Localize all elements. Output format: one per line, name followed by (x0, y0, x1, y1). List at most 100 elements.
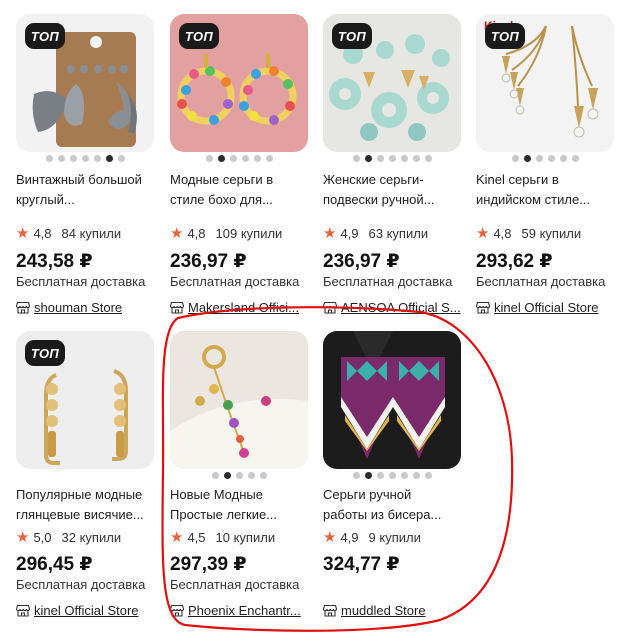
store-link[interactable]: kinel Official Store (476, 298, 616, 316)
store-link[interactable]: Phoenix Enchantr... (170, 601, 310, 619)
storefront-icon (16, 301, 30, 314)
carousel-dot[interactable] (523, 155, 531, 162)
product-title[interactable]: Новые Модные Простые легкие... (170, 485, 308, 525)
store-link[interactable]: AENSOA Official S... (323, 298, 463, 316)
carousel-dot[interactable] (400, 155, 408, 162)
star-icon: ★ (476, 224, 490, 242)
carousel-dot[interactable] (223, 472, 231, 479)
top-badge: ТОП (179, 23, 219, 49)
rating-row: ★ 4,8 59 купили (476, 224, 581, 242)
carousel-dot[interactable] (412, 155, 420, 162)
rating-row: ★ 4,8 84 купили (16, 224, 121, 242)
image-carousel-dots[interactable] (16, 155, 154, 163)
carousel-dot[interactable] (376, 472, 384, 479)
carousel-dot[interactable] (265, 155, 273, 162)
image-carousel-dots[interactable] (323, 155, 461, 163)
store-name[interactable]: Makersland Offici... (188, 300, 299, 315)
storefront-icon (476, 301, 490, 314)
carousel-dot[interactable] (424, 472, 432, 479)
top-badge: ТОП (332, 23, 372, 49)
delivery-info: Бесплатная доставка (16, 577, 146, 592)
store-name[interactable]: AENSOA Official S... (341, 300, 461, 315)
star-icon: ★ (16, 224, 30, 242)
product-image[interactable]: ТОП (16, 331, 154, 469)
storefront-icon (170, 301, 184, 314)
store-link[interactable]: shouman Store (16, 298, 156, 316)
star-icon: ★ (16, 528, 30, 546)
product-title[interactable]: Популярные модные глянцевые висячие... (16, 485, 154, 525)
carousel-dot[interactable] (412, 472, 420, 479)
title-line: Популярные модные (16, 487, 143, 502)
store-link[interactable]: Makersland Offici... (170, 298, 310, 316)
title-line: стиле бохо для... (170, 192, 273, 207)
rating-row: ★ 4,9 9 купили (323, 528, 421, 546)
carousel-dot[interactable] (205, 155, 213, 162)
carousel-dot[interactable] (364, 472, 372, 479)
top-badge: ТОП (25, 23, 65, 49)
store-name[interactable]: kinel Official Store (34, 603, 139, 618)
price: 324,77 ₽ (323, 554, 400, 575)
carousel-dot[interactable] (352, 472, 360, 479)
store-name[interactable]: shouman Store (34, 300, 122, 315)
carousel-dot[interactable] (559, 155, 567, 162)
carousel-dot[interactable] (69, 155, 77, 162)
carousel-dot[interactable] (259, 472, 267, 479)
carousel-dot[interactable] (253, 155, 261, 162)
carousel-dot[interactable] (388, 155, 396, 162)
image-carousel-dots[interactable] (323, 472, 461, 480)
product-title[interactable]: Модные серьги в стиле бохо для... (170, 170, 308, 210)
carousel-dot[interactable] (45, 155, 53, 162)
carousel-dot[interactable] (105, 155, 113, 162)
product-image[interactable]: ТОП (323, 14, 461, 152)
star-icon: ★ (170, 528, 184, 546)
image-carousel-dots[interactable] (170, 472, 308, 480)
top-badge: ТОП (25, 340, 65, 366)
carousel-dot[interactable] (81, 155, 89, 162)
carousel-dot[interactable] (229, 155, 237, 162)
carousel-dot[interactable] (364, 155, 372, 162)
store-name[interactable]: Phoenix Enchantr... (188, 603, 301, 618)
rating-row: ★ 4,9 63 купили (323, 224, 428, 242)
carousel-dot[interactable] (57, 155, 65, 162)
title-line: Новые Модные (170, 487, 263, 502)
image-carousel-dots[interactable] (476, 155, 614, 163)
carousel-dot[interactable] (535, 155, 543, 162)
store-link[interactable]: muddled Store (323, 601, 463, 619)
product-image[interactable]: ТОП (16, 14, 154, 152)
store-link[interactable]: kinel Official Store (16, 601, 156, 619)
carousel-dot[interactable] (93, 155, 101, 162)
title-line: подвески ручной... (323, 192, 435, 207)
product-title[interactable]: Винтажный большой круглый... (16, 170, 154, 210)
title-line: индийском стиле... (476, 192, 591, 207)
carousel-dot[interactable] (388, 472, 396, 479)
sold-count: 32 купили (61, 529, 122, 545)
carousel-dot[interactable] (211, 472, 219, 479)
carousel-dot[interactable] (400, 472, 408, 479)
product-image[interactable]: Kinel ТОП (476, 14, 614, 152)
carousel-dot[interactable] (424, 155, 432, 162)
carousel-dot[interactable] (235, 472, 243, 479)
carousel-dot[interactable] (217, 155, 225, 162)
image-carousel-dots[interactable] (170, 155, 308, 163)
carousel-dot[interactable] (241, 155, 249, 162)
product-title[interactable]: Kinel серьги в индийском стиле... (476, 170, 614, 210)
earrings-photo (170, 331, 308, 469)
carousel-dot[interactable] (117, 155, 125, 162)
carousel-dot[interactable] (352, 155, 360, 162)
rating-value: 4,9 (340, 529, 359, 545)
price: 243,58 ₽ (16, 251, 93, 272)
sold-count: 10 купили (215, 529, 276, 545)
product-image[interactable] (170, 331, 308, 469)
store-name[interactable]: muddled Store (341, 603, 426, 618)
product-title[interactable]: Серьги ручной работы из бисера... (323, 485, 461, 525)
product-image[interactable]: ТОП (170, 14, 308, 152)
carousel-dot[interactable] (571, 155, 579, 162)
store-name[interactable]: kinel Official Store (494, 300, 599, 315)
carousel-dot[interactable] (247, 472, 255, 479)
carousel-dot[interactable] (511, 155, 519, 162)
product-image[interactable] (323, 331, 461, 469)
carousel-dot[interactable] (376, 155, 384, 162)
carousel-dot[interactable] (547, 155, 555, 162)
title-line: глянцевые висячие... (16, 507, 144, 522)
product-title[interactable]: Женские серьги- подвески ручной... (323, 170, 461, 210)
